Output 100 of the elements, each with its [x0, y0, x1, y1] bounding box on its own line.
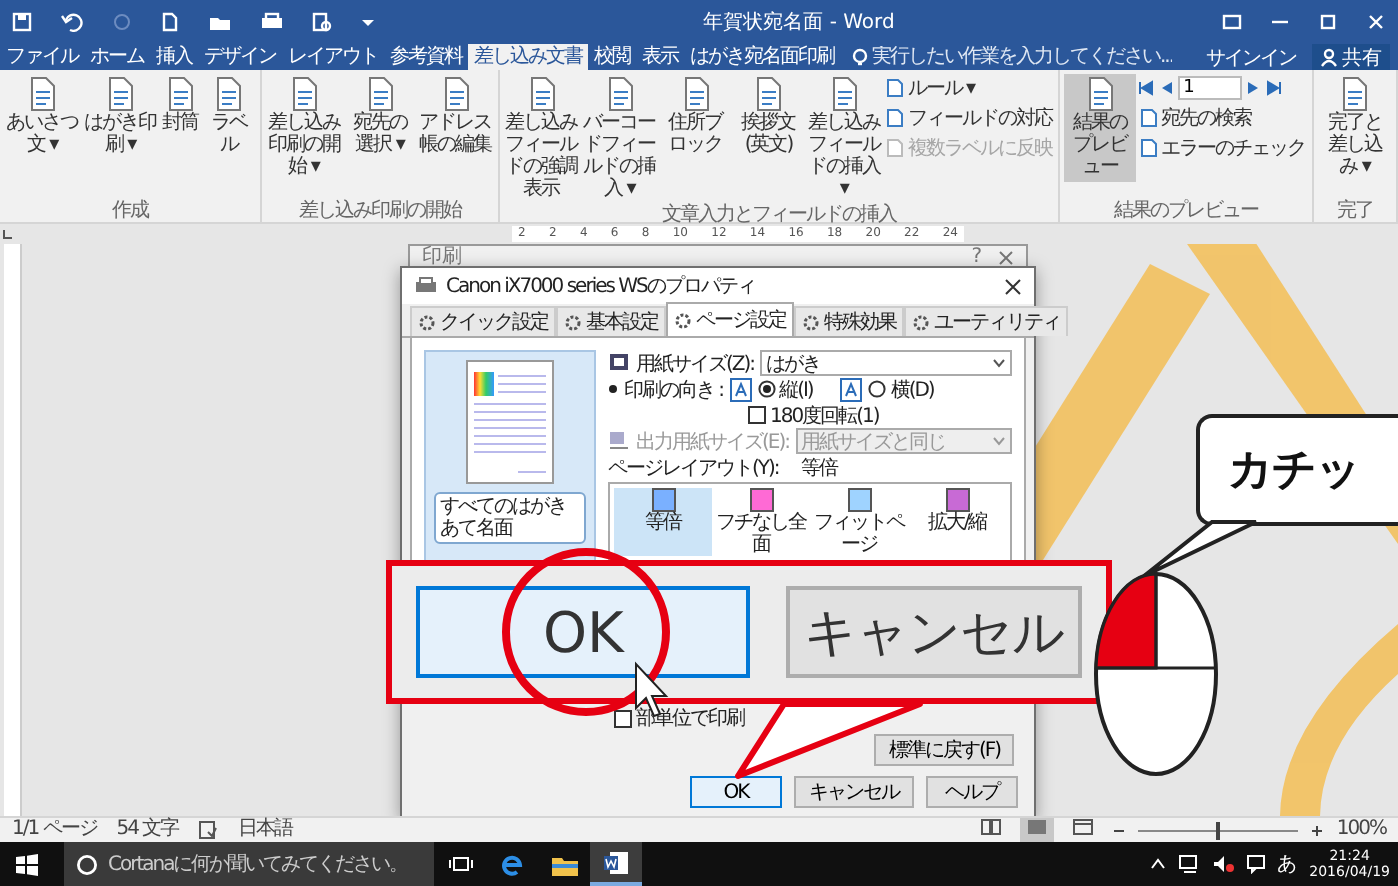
field-label: 用紙サイズ(Z): [636, 351, 755, 377]
person-icon [1320, 47, 1338, 67]
proofing-icon[interactable] [198, 820, 219, 840]
previous-record-icon[interactable] [1159, 80, 1172, 96]
ribbon-button[interactable]: 宛先の検索 [1137, 104, 1308, 132]
field-label: 印刷の向き : [624, 377, 724, 403]
last-record-icon[interactable] [1265, 80, 1282, 96]
ribbon-button[interactable]: ラベル [202, 74, 256, 160]
ribbon-group-label: 作成 [109, 200, 151, 222]
ribbon-tab[interactable]: 差し込み文書 [468, 44, 588, 70]
undo-icon[interactable] [60, 12, 84, 32]
ribbon-tab[interactable]: 表示 [636, 44, 684, 70]
record-number-field[interactable]: 1 [1177, 76, 1242, 100]
dialog-button[interactable]: キャンセル [794, 776, 914, 808]
view-button[interactable] [1020, 817, 1055, 843]
ribbon-button[interactable]: エラーのチェック [1137, 134, 1308, 162]
ribbon-button[interactable]: 挨拶文 (英文) [733, 74, 804, 160]
layout-option[interactable]: フチなし全面 [712, 488, 810, 556]
ribbon-button[interactable]: バーコードフィールドの挿入 ▾ [581, 74, 658, 204]
restore-defaults-button[interactable]: 標準に戻す(F) [874, 734, 1014, 766]
ribbon-button[interactable]: 差し込み印刷の開始 ▾ [265, 74, 342, 182]
radio-circle-icon [868, 380, 887, 398]
ribbon-group-label: 差し込み印刷の開始 [296, 200, 464, 222]
ribbon-button[interactable]: 封筒 [160, 74, 200, 138]
dialog-tab[interactable]: 基本設定 [556, 306, 666, 336]
radio-button[interactable]: 縦(I) [757, 375, 813, 403]
ribbon-group-label: 文章入力とフィールドの挿入 [659, 204, 899, 226]
ribbon-button[interactable]: 宛先の選択 ▾ [343, 74, 416, 160]
dialog-tab[interactable]: ユーティリティ [904, 306, 1068, 336]
ribbon-display-icon[interactable] [1222, 12, 1242, 32]
folder-icon[interactable] [551, 853, 577, 875]
windows-logo-icon[interactable] [15, 853, 37, 875]
dialog-tab[interactable]: 特殊効果 [794, 306, 904, 336]
dialog-title: 印刷 [422, 246, 462, 268]
next-record-icon[interactable] [1247, 80, 1260, 96]
ribbon-button[interactable]: はがき印刷 ▾ [82, 74, 158, 160]
save-icon[interactable] [12, 12, 32, 32]
ribbon-tab[interactable]: ホーム [84, 44, 150, 70]
first-record-icon[interactable] [1137, 80, 1154, 96]
radio-button[interactable]: 横(D) [868, 375, 934, 403]
field-label: 出力用紙サイズ(E): [636, 429, 789, 455]
dialog-button[interactable]: ヘルプ [926, 776, 1018, 808]
ribbon-button[interactable]: ルール ▾ [883, 74, 1054, 102]
radio-circle-icon [757, 380, 776, 398]
ribbon-tab[interactable]: 校閲 [588, 44, 636, 70]
layout-option[interactable]: フィットページ [810, 488, 908, 556]
network-icon[interactable] [1177, 854, 1200, 874]
layout-option[interactable]: 拡大/縮 [908, 488, 1006, 556]
layout-icon [945, 488, 969, 512]
dialog-tab[interactable]: ページ設定 [666, 302, 794, 336]
paper-size-dropdown[interactable]: はがき [760, 350, 1012, 376]
browser-e-icon[interactable] [500, 852, 524, 876]
new-document-icon[interactable] [160, 12, 180, 32]
ribbon-button[interactable]: フィールドの対応 [883, 104, 1054, 132]
cortana-search-field[interactable]: Cortanaに何か聞いてみてください。 [64, 842, 434, 886]
ribbon-button[interactable]: あいさつ文 ▾ [4, 74, 80, 160]
layout-option[interactable]: 等倍 [614, 488, 712, 556]
enlarged-button[interactable]: キャンセル [786, 586, 1082, 678]
checkbox[interactable]: 180度回転(1) [748, 401, 879, 429]
field-label: ページレイアウト(Y): [608, 455, 779, 481]
gear-icon [564, 313, 582, 331]
circle-icon [76, 853, 98, 875]
help-button[interactable]: ? [971, 246, 982, 268]
ribbon-button[interactable]: 完了と差し込み ▾ [1317, 74, 1392, 182]
ribbon-tab[interactable]: はがき宛名面印刷 [684, 44, 840, 70]
ribbon-tab[interactable]: 挿入 [150, 44, 198, 70]
ribbon-tab[interactable]: レイアウト [282, 44, 384, 70]
printer-icon[interactable] [260, 12, 284, 32]
speaker-icon[interactable] [1211, 854, 1234, 874]
input-method-indicator[interactable]: あ [1277, 850, 1298, 878]
preview-caption: すべてのはがきあて名面 [434, 492, 586, 544]
paper-icon [608, 352, 630, 374]
print-preview-icon[interactable] [312, 12, 332, 32]
ribbon-button[interactable]: 結果のプレビュー [1063, 74, 1136, 182]
lightbulb-icon [852, 47, 868, 67]
ribbon-button[interactable]: 差し込みフィールドの強調表示 [503, 74, 580, 204]
window-title: 年賀状宛名面 - Word [701, 9, 897, 36]
sign-in-link[interactable]: サインイン [1206, 43, 1296, 71]
output-paper-icon [608, 430, 630, 452]
layout-value: 等倍 [800, 455, 837, 481]
ribbon-tab[interactable]: ファイル [0, 44, 84, 70]
dialog-button[interactable]: OK [690, 776, 782, 808]
ribbon-button[interactable]: 住所ブロック [659, 74, 732, 160]
enlarged-button[interactable]: OK [416, 586, 751, 678]
notification-icon[interactable] [1245, 854, 1266, 874]
word-document-icon[interactable] [604, 851, 628, 873]
task-view-icon[interactable] [447, 854, 473, 874]
ribbon-tab[interactable]: 参考資料 [384, 44, 468, 70]
zoom-in-icon[interactable] [1310, 823, 1325, 837]
dialog-tab[interactable]: クイック設定 [410, 306, 556, 336]
ribbon-button[interactable]: 差し込みフィールドの挿入 ▾ [805, 74, 882, 204]
maximize-icon[interactable] [1318, 12, 1338, 32]
share-button[interactable]: 共有 [1312, 44, 1390, 70]
caret-up-icon[interactable] [1149, 858, 1166, 870]
close-icon[interactable] [1004, 277, 1022, 295]
ribbon-tab[interactable]: デザイン [198, 44, 282, 70]
language-indicator[interactable]: 日本語 [238, 818, 293, 842]
ruler-corner-icon[interactable] [0, 226, 16, 242]
folder-icon[interactable] [208, 12, 232, 32]
ribbon-button[interactable]: アドレス帳の編集 [417, 74, 494, 160]
